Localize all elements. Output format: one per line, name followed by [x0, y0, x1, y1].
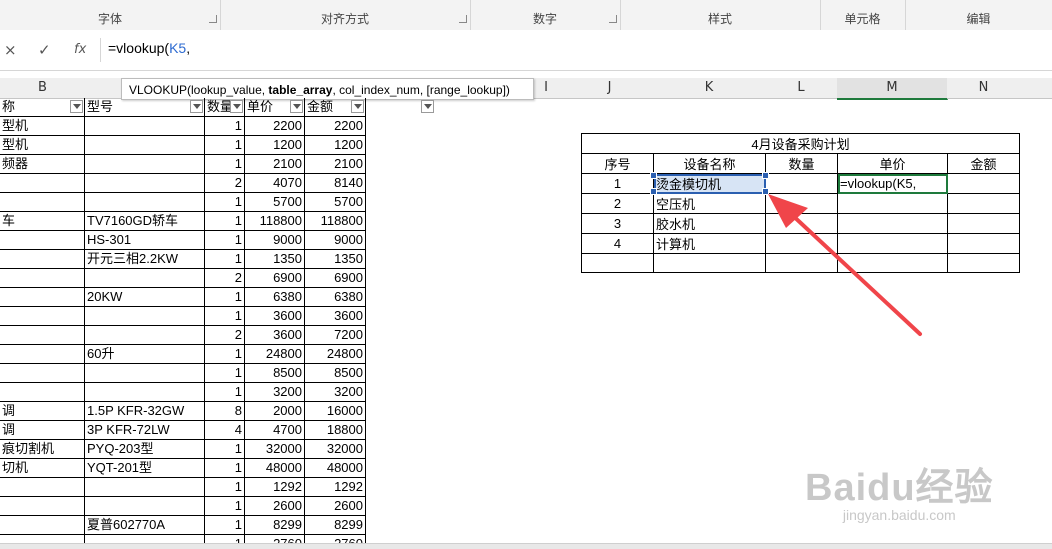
column-header-b[interactable]: B [0, 78, 86, 99]
baidu-watermark: Baidu经验 jingyan.baidu.com [805, 456, 994, 523]
column-header-label: J [607, 80, 612, 95]
dialog-launcher-icon[interactable] [459, 15, 467, 23]
column-header-k[interactable]: K [653, 78, 766, 99]
insert-function-icon[interactable]: fx [74, 42, 86, 57]
horizontal-scrollbar[interactable] [0, 543, 1052, 549]
ribbon-group-number[interactable]: 数字 [470, 0, 621, 30]
tooltip-rest: , col_index_num, [range_lookup]) [332, 83, 510, 97]
column-header-n[interactable]: N [947, 78, 1021, 99]
column-header-label: I [544, 80, 548, 95]
ribbon-group-editing[interactable]: 编辑 [905, 0, 1052, 30]
formula-bar-divider [100, 38, 101, 62]
ribbon-group-styles[interactable]: 样式 [620, 0, 821, 30]
formula-text: =vlookup( [108, 40, 170, 56]
dialog-launcher-icon[interactable] [209, 15, 217, 23]
ribbon-group-font-label: 字体 [97, 12, 122, 26]
cancel-icon[interactable]: × [4, 41, 17, 59]
formula-bar: × ✓ fx =vlookup(K5, [0, 30, 1052, 71]
ribbon-group-alignment-label: 对齐方式 [320, 12, 369, 26]
dialog-launcher-icon[interactable] [609, 15, 617, 23]
tooltip-current-arg: table_array [268, 83, 333, 97]
ribbon-group-cells-label: 单元格 [844, 12, 881, 26]
ribbon-group-font[interactable]: 字体 [0, 0, 221, 30]
column-header-m[interactable]: M [837, 78, 948, 100]
column-header-label: B [38, 80, 47, 95]
ribbon-group-styles-label: 样式 [707, 12, 732, 26]
tooltip-func: VLOOKUP(lookup_value, [129, 83, 269, 97]
worksheet-grid[interactable]: 称型号 数量 单价 金额 型机 1 2200 2200 型机 1 1200 1200 频器 1 2100 21… [0, 98, 1052, 543]
ribbon-group-editing-label: 编辑 [966, 12, 991, 26]
formula-text-suffix: , [186, 40, 191, 56]
ribbon-group-number-label: 数字 [532, 12, 557, 26]
column-header-label: M [886, 80, 898, 95]
ribbon: 字体 对齐方式 数字 样式 单元格 编辑 [0, 0, 1052, 31]
watermark-brand: Baidu经验 [805, 467, 994, 509]
formula-input[interactable]: =vlookup(K5, [108, 40, 190, 56]
column-header-label: K [704, 80, 714, 95]
enter-icon[interactable]: ✓ [38, 41, 51, 59]
ribbon-group-alignment[interactable]: 对齐方式 [220, 0, 471, 30]
column-header-label: N [978, 80, 989, 95]
column-header-l[interactable]: L [765, 78, 838, 99]
ribbon-group-cells[interactable]: 单元格 [820, 0, 906, 30]
function-arguments-tooltip[interactable]: VLOOKUP(lookup_value, table_array, col_i… [121, 78, 534, 100]
column-header-label: L [797, 80, 805, 95]
column-header-o[interactable] [1020, 78, 1052, 99]
column-header-j[interactable]: J [566, 78, 654, 99]
formula-reference: K5 [169, 40, 187, 56]
